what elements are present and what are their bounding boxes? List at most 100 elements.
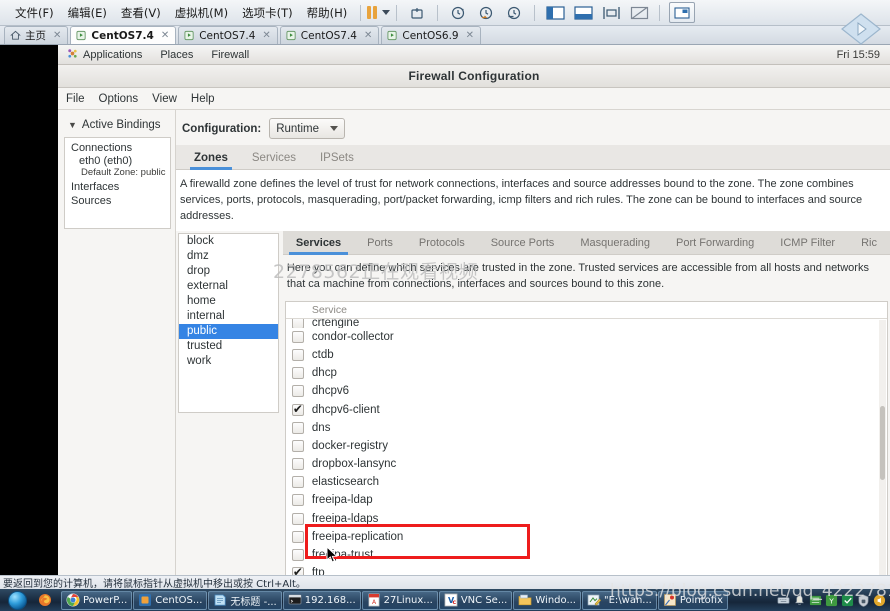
close-icon[interactable]: ✕ (161, 30, 169, 41)
table-row[interactable]: dropbox-lansync (286, 455, 887, 473)
show-library-icon[interactable] (544, 3, 566, 22)
unity-icon[interactable] (628, 3, 650, 22)
service-checkbox[interactable] (291, 318, 304, 328)
services-table[interactable]: Service crtengine condor-collector ctdb … (284, 300, 888, 575)
taskbar-item-centos-vmware[interactable]: CentOS... (133, 590, 208, 610)
active-bindings-header[interactable]: ▼ Active Bindings (64, 116, 171, 137)
show-console-icon[interactable] (572, 3, 594, 22)
subtab-rich-rules[interactable]: Ric (848, 233, 890, 254)
service-checkbox[interactable] (291, 402, 304, 416)
subtab-protocols[interactable]: Protocols (406, 233, 478, 254)
menu-tabs[interactable]: 选项卡(T) (235, 3, 300, 23)
table-row[interactable]: docker-registry (286, 437, 887, 455)
menu-view[interactable]: View (152, 93, 177, 105)
menu-file[interactable]: 文件(F) (8, 3, 61, 23)
pause-icon[interactable] (367, 6, 378, 19)
subtab-icmp-filter[interactable]: ICMP Filter (767, 233, 848, 254)
places-menu[interactable]: Places (151, 49, 202, 61)
clock[interactable]: Fri 15:59 (837, 49, 890, 61)
zone-item-drop[interactable]: drop (179, 264, 278, 279)
zone-item-home[interactable]: home (179, 294, 278, 309)
taskbar-item-explorer[interactable]: Windo... (513, 590, 581, 610)
close-icon[interactable]: ✕ (364, 30, 372, 41)
scrollbar-thumb[interactable] (880, 405, 885, 480)
table-row[interactable]: elasticsearch (286, 473, 887, 491)
snapshot-manager-icon[interactable] (503, 3, 525, 22)
table-row[interactable]: condor-collector (286, 328, 887, 346)
service-checkbox[interactable] (291, 512, 304, 525)
service-checkbox[interactable] (291, 494, 304, 507)
zone-item-trusted[interactable]: trusted (179, 339, 278, 354)
services-scrollbar[interactable] (879, 319, 886, 575)
configuration-select[interactable]: Runtime (269, 118, 346, 139)
taskbar-item-notepad[interactable]: 无标题 -... (208, 590, 282, 610)
subtab-source-ports[interactable]: Source Ports (478, 233, 568, 254)
fullscreen-icon[interactable] (600, 3, 622, 22)
table-row[interactable]: dhcpv6-client (286, 400, 887, 418)
subtab-services[interactable]: Services (283, 233, 354, 255)
service-checkbox[interactable] (291, 348, 304, 361)
snapshot-revert-icon[interactable] (475, 3, 497, 22)
close-icon[interactable]: ✕ (262, 30, 270, 41)
service-checkbox[interactable] (291, 530, 304, 543)
taskbar-item-terminal[interactable]: 192.168... (282, 590, 361, 610)
interfaces-group[interactable]: Interfaces (65, 180, 170, 194)
connection-eth0[interactable]: eth0 (eth0) (65, 155, 170, 167)
close-icon[interactable]: ✕ (53, 30, 61, 41)
service-checkbox[interactable] (291, 565, 304, 575)
table-row[interactable]: freeipa-ldaps (286, 510, 887, 528)
zone-item-internal[interactable]: internal (179, 309, 278, 324)
menu-view[interactable]: 查看(V) (114, 3, 168, 23)
close-icon[interactable]: ✕ (466, 30, 474, 41)
service-checkbox[interactable] (291, 421, 304, 434)
menu-vm[interactable]: 虚拟机(M) (168, 3, 235, 23)
service-checkbox[interactable] (291, 367, 304, 380)
snapshot-add-icon[interactable] (406, 3, 428, 22)
table-row[interactable]: ctdb (286, 346, 887, 364)
table-row[interactable]: ftp (286, 564, 887, 575)
subtab-port-forwarding[interactable]: Port Forwarding (663, 233, 767, 254)
zone-item-block[interactable]: block (179, 234, 278, 249)
menu-edit[interactable]: 编辑(E) (61, 3, 114, 23)
tab-ipsets[interactable]: IPSets (308, 148, 366, 169)
start-button[interactable] (2, 590, 32, 610)
table-row[interactable]: dhcpv6 (286, 382, 887, 400)
zone-item-dmz[interactable]: dmz (179, 249, 278, 264)
zone-item-work[interactable]: work (179, 354, 278, 369)
table-row[interactable]: freeipa-replication (286, 528, 887, 546)
service-checkbox[interactable] (291, 549, 304, 562)
tab-centos74-1[interactable]: CentOS7.4 ✕ (70, 26, 177, 44)
table-row[interactable]: crtengine (286, 318, 887, 328)
taskbar-item-pdf[interactable]: A 27Linux... (361, 590, 438, 610)
service-checkbox[interactable] (291, 330, 304, 343)
tab-services[interactable]: Services (240, 148, 308, 169)
service-checkbox[interactable] (291, 385, 304, 398)
table-row[interactable]: freeipa-trust (286, 546, 887, 564)
show-thumbnails-icon[interactable] (669, 2, 696, 23)
tab-zones[interactable]: Zones (182, 148, 240, 170)
menu-file[interactable]: File (66, 93, 85, 105)
service-checkbox[interactable] (291, 439, 304, 452)
table-row[interactable]: dhcp (286, 364, 887, 382)
bindings-list[interactable]: Connections eth0 (eth0) Default Zone: pu… (64, 137, 171, 229)
applications-menu[interactable]: Applications (58, 48, 151, 62)
snapshot-take-icon[interactable] (447, 3, 469, 22)
service-checkbox[interactable] (291, 458, 304, 471)
tab-home[interactable]: 主页 ✕ (4, 26, 69, 44)
zone-item-external[interactable]: external (179, 279, 278, 294)
table-row[interactable]: freeipa-ldap (286, 491, 887, 509)
play-resume-icon[interactable] (838, 12, 884, 46)
tab-centos69[interactable]: CentOS6.9 ✕ (381, 26, 481, 44)
subtab-masquerading[interactable]: Masquerading (567, 233, 663, 254)
subtab-ports[interactable]: Ports (354, 233, 406, 254)
menu-options[interactable]: Options (99, 93, 139, 105)
tab-centos74-2[interactable]: CentOS7.4 ✕ (178, 26, 278, 44)
table-row[interactable]: dns (286, 419, 887, 437)
service-checkbox[interactable] (291, 476, 304, 489)
taskbar-item-powerpoint[interactable]: PowerP... (61, 590, 133, 610)
menu-help[interactable]: Help (191, 93, 215, 105)
firewall-app-menu[interactable]: Firewall (202, 49, 258, 61)
zone-item-public[interactable]: public (179, 323, 278, 339)
taskbar-item-vnc[interactable]: Vc VNC Se... (438, 590, 513, 610)
caret-down-icon[interactable] (382, 10, 391, 15)
